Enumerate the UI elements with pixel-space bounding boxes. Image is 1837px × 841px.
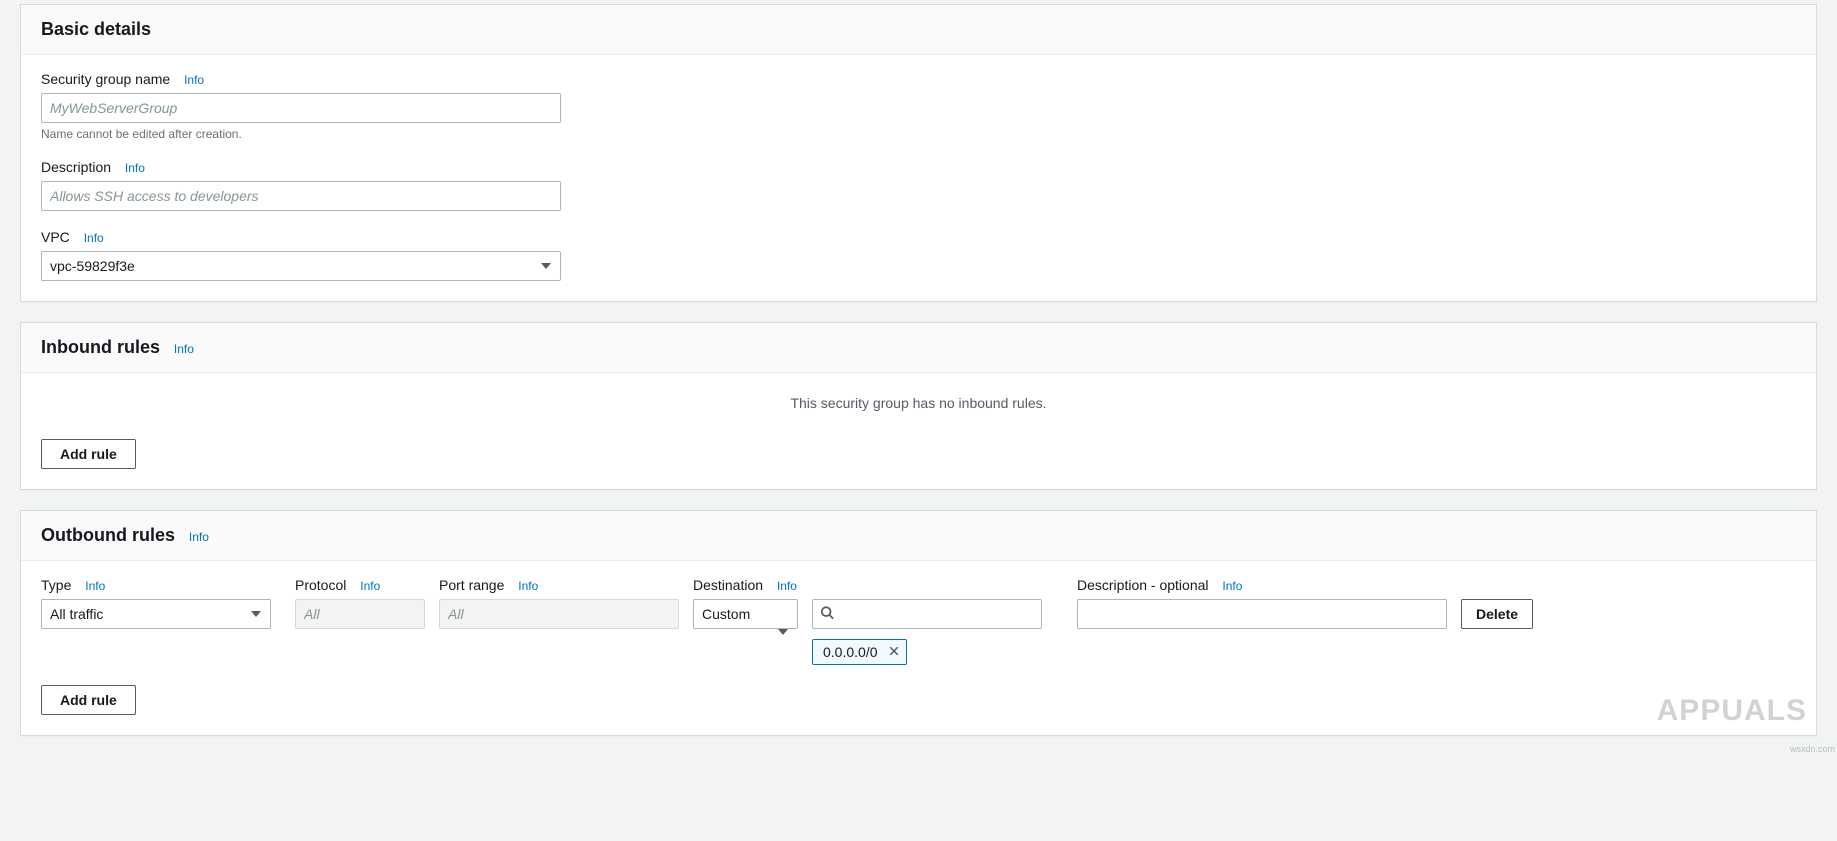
source-watermark: wsxdn.com — [1790, 744, 1835, 754]
info-link-col-destination[interactable]: Info — [777, 579, 797, 593]
outbound-rule-row: All traffic Custom — [41, 599, 1796, 665]
rule-description-input[interactable] — [1077, 599, 1447, 629]
rule-port-range-input — [439, 599, 679, 629]
outbound-columns-header: Type Info Protocol Info Port range Info … — [41, 577, 1796, 593]
rule-type-select[interactable]: All traffic — [41, 599, 271, 629]
info-link-col-description[interactable]: Info — [1222, 579, 1242, 593]
basic-details-title: Basic details — [41, 19, 151, 40]
security-group-name-helper: Name cannot be edited after creation. — [41, 127, 1796, 141]
add-outbound-rule-button[interactable]: Add rule — [41, 685, 136, 715]
column-destination: Destination Info — [693, 577, 1063, 593]
column-type: Type Info — [41, 577, 281, 593]
outbound-rules-title: Outbound rules — [41, 525, 175, 546]
security-group-name-label: Security group name Info — [41, 71, 1796, 87]
panel-basic-details: Basic details Security group name Info N… — [20, 4, 1817, 302]
info-link-col-protocol[interactable]: Info — [360, 579, 380, 593]
field-description: Description Info — [41, 159, 1796, 211]
field-vpc: VPC Info vpc-59829f3e — [41, 229, 1796, 281]
column-protocol: Protocol Info — [295, 577, 425, 593]
column-description: Description - optional Info — [1077, 577, 1447, 593]
inbound-empty-message: This security group has no inbound rules… — [21, 373, 1816, 439]
panel-inbound-header: Inbound rules Info — [21, 323, 1816, 373]
search-icon — [820, 606, 834, 623]
panel-outbound-header: Outbound rules Info — [21, 511, 1816, 561]
info-link-col-type[interactable]: Info — [85, 579, 105, 593]
delete-rule-button[interactable]: Delete — [1461, 599, 1533, 629]
rule-protocol-input — [295, 599, 425, 629]
vpc-label: VPC Info — [41, 229, 1796, 245]
caret-down-icon — [778, 629, 788, 635]
destination-token-remove-button[interactable] — [888, 644, 900, 660]
panel-inbound-rules: Inbound rules Info This security group h… — [20, 322, 1817, 490]
close-icon — [888, 644, 900, 660]
security-group-name-input[interactable] — [41, 93, 561, 123]
panel-outbound-rules: Outbound rules Info Type Info Protocol I… — [20, 510, 1817, 736]
description-label: Description Info — [41, 159, 1796, 175]
info-link-col-port-range[interactable]: Info — [518, 579, 538, 593]
column-port-range: Port range Info — [439, 577, 679, 593]
add-inbound-rule-button[interactable]: Add rule — [41, 439, 136, 469]
rule-destination-search-input[interactable] — [812, 599, 1042, 629]
info-link-inbound[interactable]: Info — [174, 342, 194, 356]
rule-destination-mode-select[interactable]: Custom — [693, 599, 798, 629]
description-input[interactable] — [41, 181, 561, 211]
inbound-rules-title: Inbound rules — [41, 337, 160, 358]
field-security-group-name: Security group name Info Name cannot be … — [41, 71, 1796, 141]
info-link-vpc[interactable]: Info — [84, 231, 104, 245]
destination-token: 0.0.0.0/0 — [812, 639, 907, 665]
info-link-outbound[interactable]: Info — [189, 530, 209, 544]
info-link-description[interactable]: Info — [125, 161, 145, 175]
panel-basic-header: Basic details — [21, 5, 1816, 55]
destination-token-label: 0.0.0.0/0 — [823, 644, 878, 660]
info-link-security-group-name[interactable]: Info — [184, 73, 204, 87]
vpc-select[interactable]: vpc-59829f3e — [41, 251, 561, 281]
